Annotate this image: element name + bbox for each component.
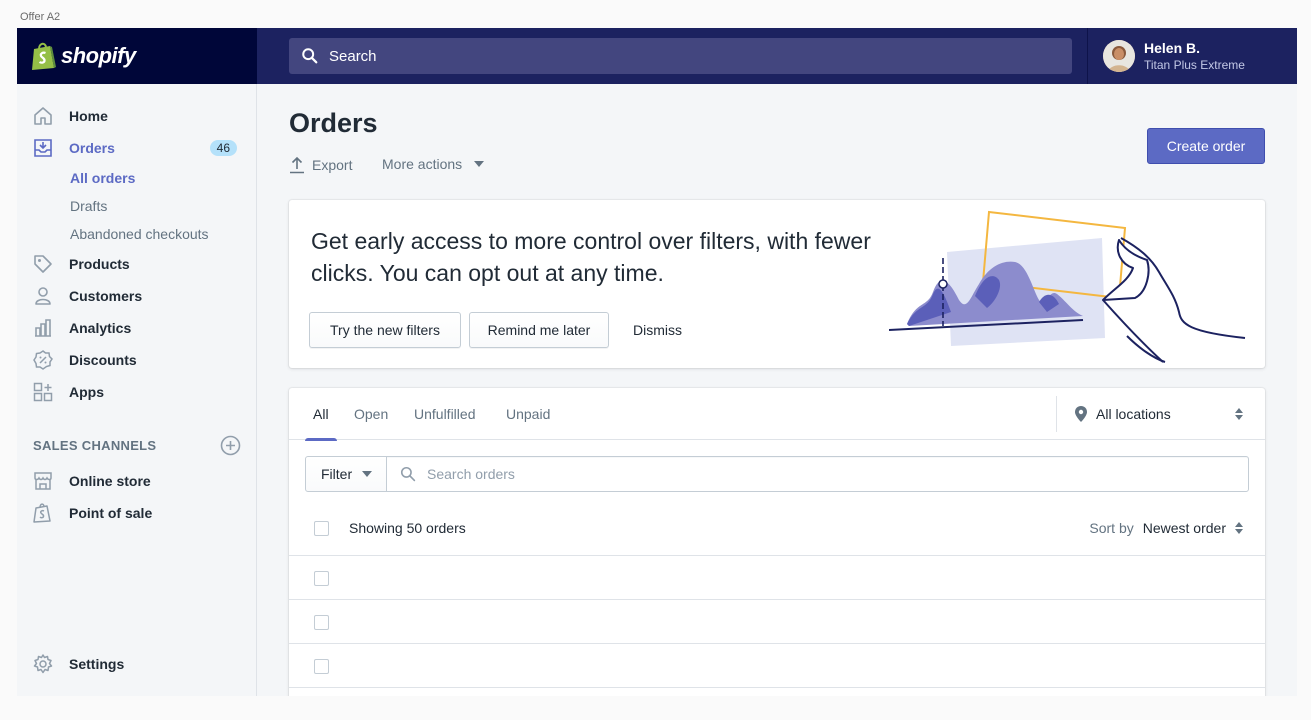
select-arrows-icon xyxy=(1235,408,1243,420)
search-orders-input[interactable]: Search orders xyxy=(386,456,1249,492)
locations-label: All locations xyxy=(1096,406,1171,422)
home-icon xyxy=(33,106,53,126)
tab-unpaid[interactable]: Unpaid xyxy=(506,388,550,440)
sidebar-item-label: Analytics xyxy=(69,320,132,336)
row-checkbox[interactable] xyxy=(314,659,329,674)
tab-unfulfilled[interactable]: Unfulfilled xyxy=(414,388,475,440)
locations-select[interactable]: All locations xyxy=(1056,396,1265,432)
sort-select[interactable]: Sort by Newest order xyxy=(1089,520,1243,536)
banner-text: Get early access to more control over fi… xyxy=(311,228,871,286)
sidebar-item-point-of-sale[interactable]: Point of sale xyxy=(17,497,257,529)
create-order-button[interactable]: Create order xyxy=(1147,128,1265,164)
sidebar-item-label: Products xyxy=(69,256,130,272)
orders-tabs: All Open Unfulfilled Unpaid All location… xyxy=(289,388,1265,441)
location-pin-icon xyxy=(1075,406,1087,422)
orders-count-badge: 46 xyxy=(209,140,237,156)
shopify-admin: shopify Search Helen B. Titan Plus Extre… xyxy=(17,28,1297,696)
sidebar-item-label: Orders xyxy=(69,140,115,156)
dismiss-button[interactable]: Dismiss xyxy=(633,312,682,348)
tab-all[interactable]: All xyxy=(305,388,336,441)
store-icon xyxy=(33,471,53,491)
row-checkbox[interactable] xyxy=(314,615,329,630)
sidebar-item-label: Online store xyxy=(69,473,151,489)
main-content: Orders Export More actions Create order … xyxy=(257,84,1297,696)
sidebar-item-online-store[interactable]: Online store xyxy=(17,465,257,497)
sidebar-item-label: Point of sale xyxy=(69,505,153,521)
filter-button[interactable]: Filter xyxy=(305,456,387,492)
brand-name: shopify xyxy=(61,43,136,68)
sidebar-item-label: Apps xyxy=(69,384,104,400)
sort-label: Sort by xyxy=(1089,520,1134,536)
row-divider xyxy=(289,687,1265,688)
row-divider xyxy=(289,555,1265,556)
sidebar-item-label: Discounts xyxy=(69,352,137,368)
row-checkbox[interactable] xyxy=(314,571,329,586)
row-divider xyxy=(289,643,1265,644)
filter-label: Filter xyxy=(321,466,353,482)
more-actions-label: More actions xyxy=(382,156,463,172)
logo[interactable]: shopify xyxy=(17,28,257,84)
sales-channels-heading: SALES CHANNELS xyxy=(33,438,157,453)
sidebar-item-label: Customers xyxy=(69,288,143,304)
discount-icon xyxy=(33,350,53,370)
user-name: Helen B. xyxy=(1144,40,1201,56)
sidebar-item-home[interactable]: Home xyxy=(17,100,257,132)
sidebar-item-label: Home xyxy=(69,108,108,124)
filters-banner: Get early access to more control over fi… xyxy=(289,200,1265,368)
sidebar-item-products[interactable]: Products xyxy=(17,248,257,280)
export-button[interactable]: Export xyxy=(289,156,352,174)
sidebar-subitem-abandoned-checkouts[interactable]: Abandoned checkouts xyxy=(70,226,209,242)
remind-later-button[interactable]: Remind me later xyxy=(469,312,609,348)
orders-icon xyxy=(33,138,53,158)
top-bar: shopify Search Helen B. Titan Plus Extre… xyxy=(17,28,1297,84)
filter-row: Filter Search orders xyxy=(305,456,1249,492)
row-divider xyxy=(289,599,1265,600)
orders-count-text: Showing 50 orders xyxy=(349,520,466,536)
sidebar-item-settings[interactable]: Settings xyxy=(17,648,257,680)
sidebar-item-customers[interactable]: Customers xyxy=(17,280,257,312)
page-title: Orders xyxy=(289,108,378,138)
frame-label: Offer A2 xyxy=(20,11,61,23)
sidebar-subitem-drafts[interactable]: Drafts xyxy=(70,198,107,214)
more-actions-button[interactable]: More actions xyxy=(382,156,485,172)
avatar xyxy=(1103,40,1135,72)
sort-value: Newest order xyxy=(1142,520,1226,536)
search-input[interactable]: Search xyxy=(289,38,1072,74)
orders-card: All Open Unfulfilled Unpaid All location… xyxy=(289,388,1265,696)
select-arrows-icon xyxy=(1235,522,1243,534)
sidebar: Home Orders 46 All orders Drafts Abandon… xyxy=(17,84,257,696)
customer-icon xyxy=(33,286,53,306)
filters-illustration xyxy=(889,210,1246,363)
sidebar-item-label: Settings xyxy=(69,656,125,672)
export-icon xyxy=(290,156,304,174)
pos-icon xyxy=(33,503,53,523)
sidebar-item-apps[interactable]: Apps xyxy=(17,376,257,408)
search-icon xyxy=(400,466,416,482)
apps-icon xyxy=(33,382,53,402)
search-icon xyxy=(302,48,318,64)
analytics-icon xyxy=(33,318,53,338)
try-new-filters-button[interactable]: Try the new filters xyxy=(309,312,461,348)
caret-down-icon xyxy=(474,161,485,167)
search-placeholder: Search xyxy=(329,47,377,65)
add-channel-icon[interactable] xyxy=(220,435,241,456)
sidebar-item-orders[interactable]: Orders 46 xyxy=(17,132,257,164)
shopify-bag-icon xyxy=(32,42,56,70)
tab-open[interactable]: Open xyxy=(354,388,388,440)
search-orders-placeholder: Search orders xyxy=(427,466,515,482)
select-all-checkbox[interactable] xyxy=(314,521,329,536)
export-label: Export xyxy=(312,157,353,173)
tag-icon xyxy=(33,254,53,274)
sidebar-item-discounts[interactable]: Discounts xyxy=(17,344,257,376)
sidebar-item-analytics[interactable]: Analytics xyxy=(17,312,257,344)
gear-icon xyxy=(33,654,53,674)
user-menu[interactable]: Helen B. Titan Plus Extreme xyxy=(1087,28,1297,84)
sidebar-subitem-all-orders[interactable]: All orders xyxy=(70,170,135,186)
shop-name: Titan Plus Extreme xyxy=(1144,58,1245,72)
caret-down-icon xyxy=(362,471,373,477)
